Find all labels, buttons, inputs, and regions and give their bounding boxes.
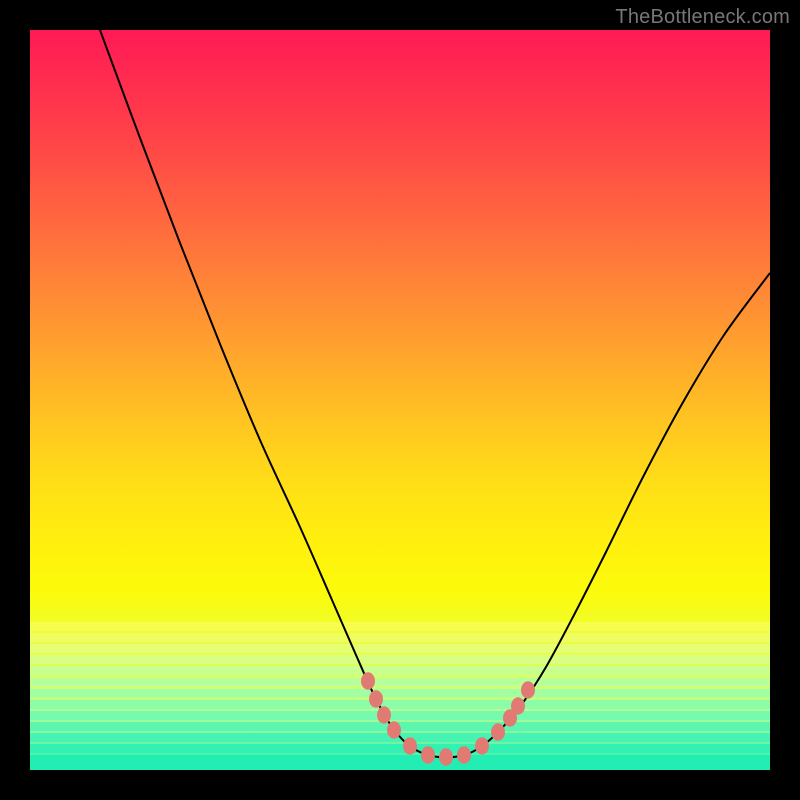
marker-dot (457, 746, 471, 764)
marker-dot (421, 746, 435, 764)
chart-frame: TheBottleneck.com (0, 0, 800, 800)
markers-svg (30, 30, 770, 770)
markers-layer (30, 30, 770, 770)
marker-dot (439, 748, 453, 766)
markers-group (361, 672, 535, 766)
marker-dot (377, 706, 391, 724)
marker-dot (491, 723, 505, 741)
marker-dot (403, 737, 417, 755)
marker-dot (521, 681, 535, 699)
plot-area (30, 30, 770, 770)
marker-dot (387, 721, 401, 739)
marker-dot (511, 697, 525, 715)
marker-dot (369, 690, 383, 708)
attribution-label: TheBottleneck.com (615, 6, 790, 29)
marker-dot (361, 672, 375, 690)
marker-dot (475, 737, 489, 755)
